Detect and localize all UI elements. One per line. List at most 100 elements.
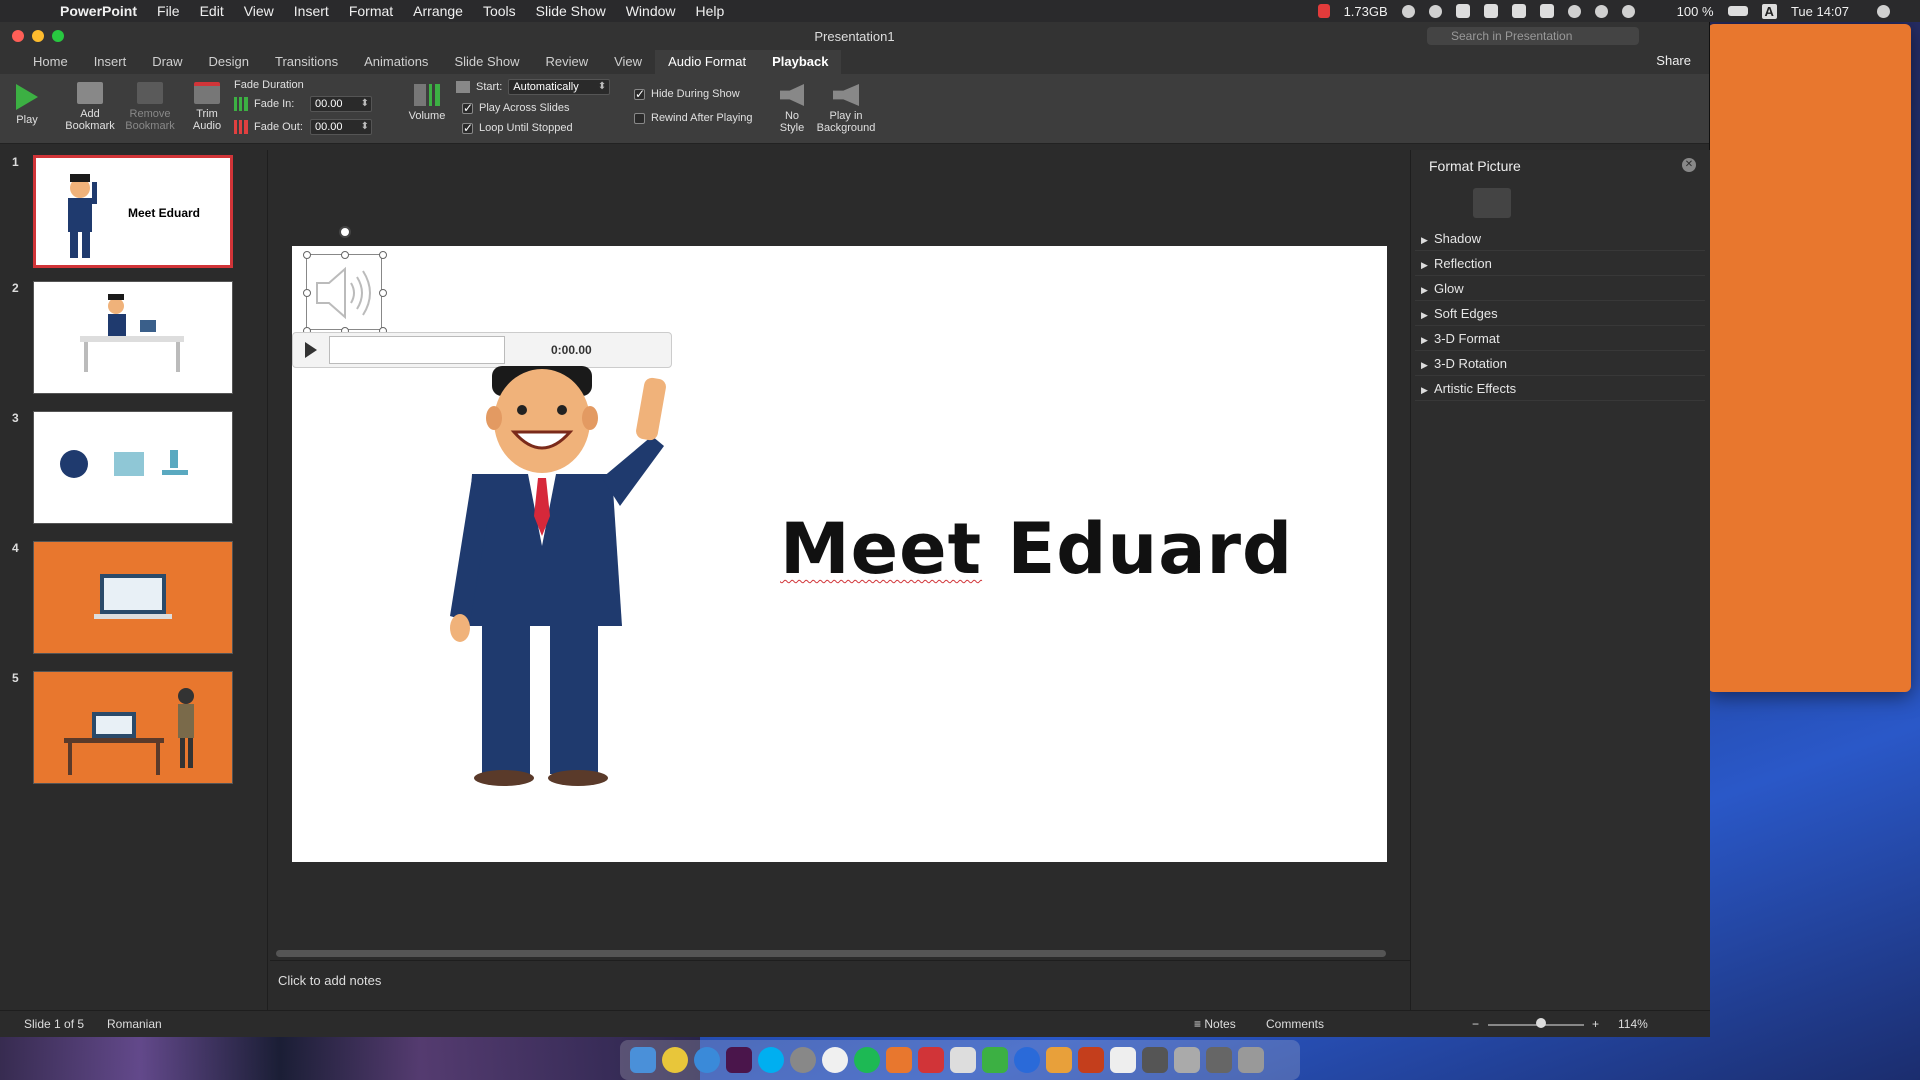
player-play-button[interactable] bbox=[305, 342, 317, 358]
status-icon[interactable] bbox=[1621, 4, 1635, 18]
tab-review[interactable]: Review bbox=[532, 50, 601, 74]
menu-arrange[interactable]: Arrange bbox=[413, 3, 463, 19]
app-icon[interactable] bbox=[1206, 1047, 1232, 1073]
slide-thumbnail-3[interactable] bbox=[33, 411, 233, 524]
menu-insert[interactable]: Insert bbox=[294, 3, 329, 19]
tab-slide-show[interactable]: Slide Show bbox=[441, 50, 532, 74]
status-icon[interactable] bbox=[1455, 4, 1470, 18]
zoom-level[interactable]: 114% bbox=[1618, 1017, 1648, 1031]
fade-out-stepper[interactable]: 00.00 bbox=[310, 119, 372, 135]
play-across-slides-checkbox[interactable] bbox=[462, 101, 473, 115]
todoist-icon[interactable] bbox=[918, 1047, 944, 1073]
resize-handle[interactable] bbox=[341, 251, 349, 259]
slide-thumbnail-5[interactable] bbox=[33, 671, 233, 784]
effects-icon[interactable] bbox=[1473, 188, 1511, 218]
slide-thumbnail-1[interactable]: Meet Eduard bbox=[33, 155, 233, 268]
current-slide[interactable]: 0:00.00 Meet Eduard bbox=[292, 226, 1387, 862]
tab-home[interactable]: Home bbox=[20, 50, 81, 74]
app-icon[interactable] bbox=[982, 1047, 1008, 1073]
tab-transitions[interactable]: Transitions bbox=[262, 50, 351, 74]
siri-icon[interactable] bbox=[1877, 4, 1890, 18]
status-icon[interactable] bbox=[1428, 4, 1442, 18]
search-input[interactable]: Search in Presentation bbox=[1427, 27, 1639, 45]
status-icon[interactable] bbox=[1401, 4, 1415, 18]
slide-title[interactable]: Meet Eduard bbox=[780, 508, 1293, 590]
section-shadow[interactable]: ▶ Shadow bbox=[1415, 226, 1705, 251]
fade-in-stepper[interactable]: 00.00 bbox=[310, 96, 372, 112]
launchpad-icon[interactable] bbox=[790, 1047, 816, 1073]
resize-handle[interactable] bbox=[379, 251, 387, 259]
menu-edit[interactable]: Edit bbox=[200, 3, 224, 19]
share-button[interactable]: Share bbox=[1656, 53, 1691, 68]
section-soft-edges[interactable]: ▶ Soft Edges bbox=[1415, 301, 1705, 326]
no-style-button[interactable]: No Style bbox=[772, 84, 812, 134]
notes-app-icon[interactable] bbox=[950, 1047, 976, 1073]
powerpoint-icon[interactable] bbox=[1078, 1047, 1104, 1073]
section-3d-format[interactable]: ▶ 3-D Format bbox=[1415, 326, 1705, 351]
cloud-icon[interactable] bbox=[1594, 4, 1608, 18]
document-icon[interactable] bbox=[1110, 1047, 1136, 1073]
clock-app-icon[interactable] bbox=[822, 1047, 848, 1073]
menu-file[interactable]: File bbox=[157, 3, 180, 19]
sublime-text-icon[interactable] bbox=[886, 1047, 912, 1073]
dropbox-icon[interactable] bbox=[1483, 4, 1498, 18]
status-icon[interactable] bbox=[1539, 4, 1554, 18]
start-dropdown[interactable]: Automatically bbox=[508, 79, 611, 95]
menu-view[interactable]: View bbox=[244, 3, 274, 19]
volume-button[interactable]: Volume bbox=[406, 84, 448, 122]
app-icon[interactable] bbox=[1014, 1047, 1040, 1073]
horizontal-scrollbar[interactable] bbox=[276, 950, 1386, 957]
resize-handle[interactable] bbox=[303, 289, 311, 297]
spotify-icon[interactable] bbox=[854, 1047, 880, 1073]
hide-during-show-checkbox[interactable] bbox=[634, 87, 645, 101]
status-icon[interactable] bbox=[1567, 4, 1581, 18]
tab-animations[interactable]: Animations bbox=[351, 50, 441, 74]
close-pane-icon[interactable]: ✕ bbox=[1682, 158, 1696, 172]
app-icon[interactable] bbox=[1174, 1047, 1200, 1073]
menu-app[interactable]: PowerPoint bbox=[60, 3, 137, 19]
tab-insert[interactable]: Insert bbox=[81, 50, 140, 74]
trim-audio-button[interactable]: Trim Audio bbox=[190, 82, 224, 132]
memory-indicator-icon[interactable] bbox=[1317, 4, 1330, 18]
zoom-in-button[interactable]: + bbox=[1592, 1017, 1599, 1031]
minimize-window-button[interactable] bbox=[32, 30, 44, 42]
tab-playback[interactable]: Playback bbox=[759, 50, 842, 74]
chrome-icon[interactable] bbox=[662, 1047, 688, 1073]
close-window-button[interactable] bbox=[12, 30, 24, 42]
tab-audio-format[interactable]: Audio Format bbox=[655, 50, 760, 74]
loop-until-stopped-checkbox[interactable] bbox=[462, 121, 473, 135]
slack-icon[interactable] bbox=[726, 1047, 752, 1073]
menu-help[interactable]: Help bbox=[696, 3, 725, 19]
resize-handle[interactable] bbox=[303, 251, 311, 259]
app-icon[interactable] bbox=[1046, 1047, 1072, 1073]
status-icon[interactable] bbox=[1511, 4, 1526, 18]
notes-pane[interactable]: Click to add notes bbox=[270, 960, 1410, 1010]
app-icon[interactable] bbox=[1142, 1047, 1168, 1073]
slide-thumbnail-4[interactable] bbox=[33, 541, 233, 654]
zoom-slider-thumb[interactable] bbox=[1535, 1018, 1546, 1028]
language-indicator[interactable]: Romanian bbox=[107, 1017, 162, 1031]
play-button[interactable]: Play bbox=[12, 84, 42, 126]
safari-icon[interactable] bbox=[694, 1047, 720, 1073]
section-reflection[interactable]: ▶ Reflection bbox=[1415, 251, 1705, 276]
menu-tools[interactable]: Tools bbox=[483, 3, 516, 19]
play-in-background-button[interactable]: Play in Background bbox=[816, 84, 876, 134]
section-glow[interactable]: ▶ Glow bbox=[1415, 276, 1705, 301]
zoom-out-button[interactable]: − bbox=[1472, 1017, 1479, 1031]
notes-toggle[interactable]: ≡ Notes bbox=[1194, 1017, 1236, 1031]
menu-slide-show[interactable]: Slide Show bbox=[536, 3, 606, 19]
section-3d-rotation[interactable]: ▶ 3-D Rotation bbox=[1415, 351, 1705, 376]
audio-object[interactable] bbox=[303, 251, 387, 335]
add-bookmark-button[interactable]: Add Bookmark bbox=[62, 82, 118, 132]
zoom-window-button[interactable] bbox=[52, 30, 64, 42]
clock[interactable]: Tue 14:07 bbox=[1791, 4, 1849, 19]
tab-design[interactable]: Design bbox=[196, 50, 262, 74]
input-source-icon[interactable]: A bbox=[1761, 3, 1777, 19]
size-properties-icon[interactable] bbox=[1519, 188, 1557, 218]
comments-toggle[interactable]: Comments bbox=[1266, 1017, 1324, 1031]
trash-icon[interactable] bbox=[1238, 1047, 1264, 1073]
resize-handle[interactable] bbox=[379, 289, 387, 297]
tab-draw[interactable]: Draw bbox=[139, 50, 195, 74]
rewind-after-playing-checkbox[interactable] bbox=[634, 112, 645, 124]
rotation-handle[interactable] bbox=[339, 226, 351, 238]
